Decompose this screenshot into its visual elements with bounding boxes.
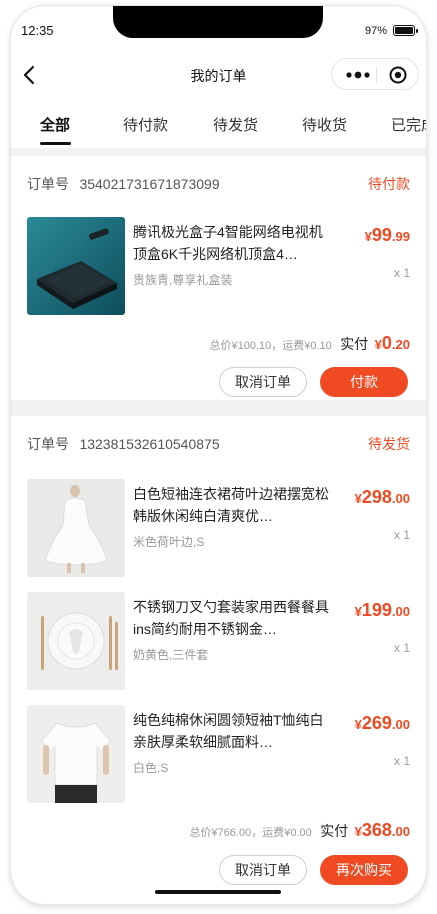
order-tabs: 全部 待付款 待发货 待收货 已完成 [11,98,426,148]
order-item[interactable]: 腾讯极光盒子4智能网络电视机顶盒6K千兆网络机顶盒4… 贵族青,尊享礼盒装 ¥9… [27,217,410,317]
active-tab-indicator [40,142,71,145]
phone-frame: 12:35 97% 我的订单 全部 待付款 待发货 待收货 已完成 [11,6,426,904]
order-status: 待付款 [368,176,410,192]
notch [113,6,323,38]
close-miniprogram-icon[interactable] [388,65,408,85]
pay-button[interactable]: 付款 [320,367,408,397]
order-number-label: 订单号 [27,176,69,192]
miniprogram-capsule [331,58,419,90]
tab-pending-shipment[interactable]: 待发货 [213,114,258,135]
buy-again-button[interactable]: 再次购买 [320,855,408,885]
order-item[interactable]: 白色短袖连衣裙荷叶边裙摆宽松韩版休闲纯白清爽优… 米色荷叶边,S ¥298.00… [27,479,410,579]
item-quantity: x 1 [393,266,410,280]
order-total-text: 总价¥100.10，运费¥0.10 [209,340,332,352]
order-summary: 总价¥100.10，运费¥0.10 实付 ¥0.20 [209,333,410,355]
paid-label: 实付 [340,336,369,352]
order-status: 待发货 [368,436,410,452]
order-summary: 总价¥766.00，运费¥0.00 实付 ¥368.00 [189,820,410,842]
order-item[interactable]: 不锈钢刀叉勺套装家用西餐餐具ins简约耐用不锈钢金… 奶黄色,三件套 ¥199.… [27,592,410,692]
white-dress-image [27,479,125,577]
item-price: ¥269.00 [354,713,410,733]
order-total-text: 总价¥766.00，运费¥0.00 [189,827,312,839]
item-spec: 米色荷叶边,S [133,535,205,549]
status-time: 12:35 [21,23,54,38]
paid-label: 实付 [320,823,349,839]
item-price: ¥199.00 [354,600,410,620]
order-number: 132381532610540875 [79,436,220,452]
cutlery-set-image [27,592,125,690]
paid-amount: ¥0.20 [374,333,410,353]
tv-box-image [27,217,125,315]
item-title: 白色短袖连衣裙荷叶边裙摆宽松韩版休闲纯白清爽优… [133,486,329,524]
more-options-icon[interactable] [345,65,371,85]
tab-pending-payment[interactable]: 待付款 [123,114,168,135]
item-quantity: x 1 [393,754,410,768]
item-spec: 白色,S [133,761,169,775]
paid-amount: ¥368.00 [354,820,410,840]
tab-completed[interactable]: 已完成 [391,114,426,135]
item-title: 不锈钢刀叉勺套装家用西餐餐具ins简约耐用不锈钢金… [133,599,329,637]
item-price: ¥99.99 [364,225,410,245]
order-header: 订单号 132381532610540875 待发货 [27,434,410,454]
item-quantity: x 1 [393,528,410,542]
order-card: 订单号 354021731671873099 待付款 腾讯极光盒子4智能网络电视… [11,156,426,400]
white-tshirt-image [27,705,125,803]
order-header: 订单号 354021731671873099 待付款 [27,174,410,194]
item-price: ¥298.00 [354,487,410,507]
cancel-order-button[interactable]: 取消订单 [219,855,307,885]
battery-percent: 97% [365,25,388,37]
item-quantity: x 1 [393,641,410,655]
order-number: 354021731671873099 [79,176,220,192]
capsule-divider [376,67,377,83]
item-title: 腾讯极光盒子4智能网络电视机顶盒6K千兆网络机顶盒4… [133,224,323,262]
tab-all[interactable]: 全部 [40,114,70,135]
order-item[interactable]: 纯色纯棉休闲圆领短袖T恤纯白亲肤厚柔软细腻面料… 白色,S ¥269.00 x … [27,705,410,805]
tab-pending-receipt[interactable]: 待收货 [302,114,347,135]
home-indicator [155,890,281,894]
battery-icon [393,25,418,36]
item-title: 纯色纯棉休闲圆领短袖T恤纯白亲肤厚柔软细腻面料… [133,712,324,750]
order-card: 订单号 132381532610540875 待发货 白色短袖连衣裙荷叶边裙摆宽… [11,416,426,904]
nav-bar: 我的订单 [11,50,426,98]
item-spec: 奶黄色,三件套 [133,648,209,662]
cancel-order-button[interactable]: 取消订单 [219,367,307,397]
order-number-label: 订单号 [27,436,69,452]
item-spec: 贵族青,尊享礼盒装 [133,273,233,287]
